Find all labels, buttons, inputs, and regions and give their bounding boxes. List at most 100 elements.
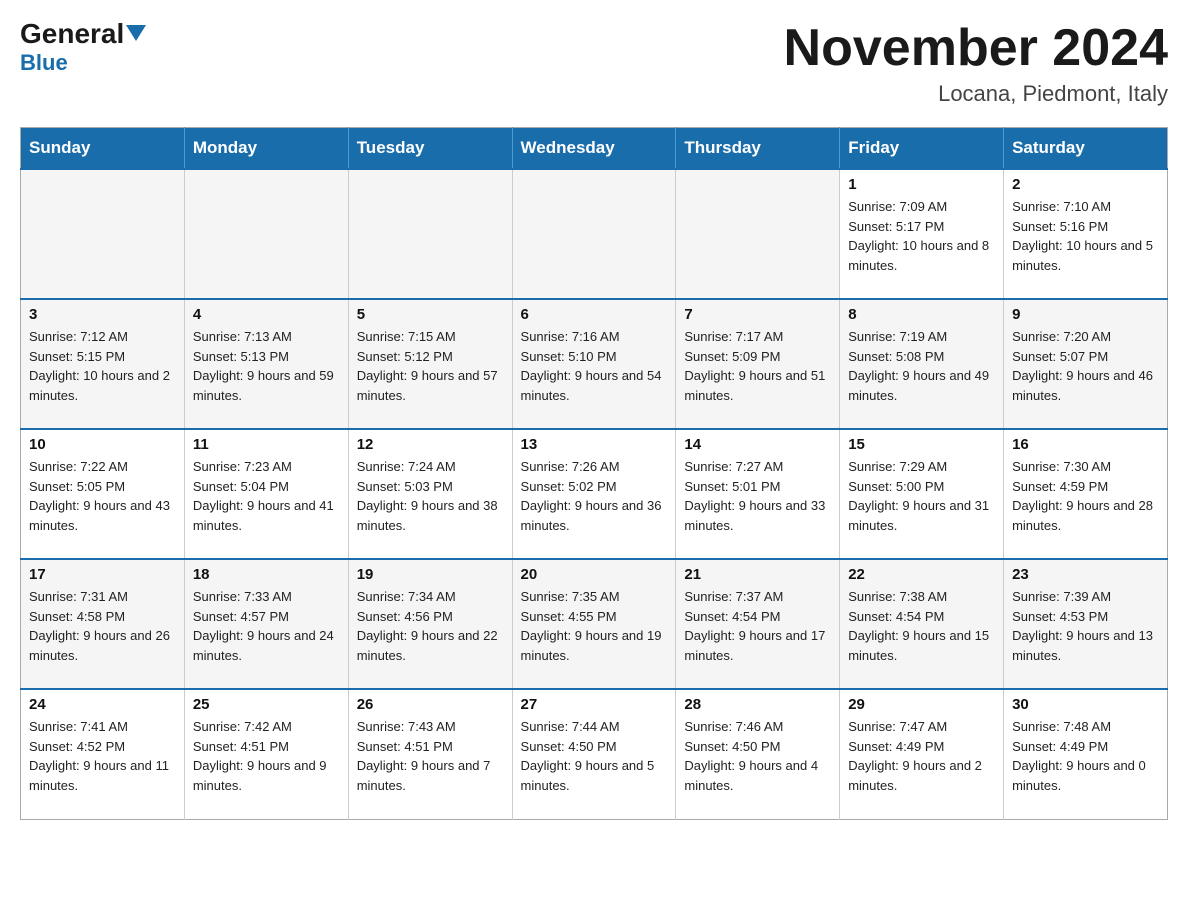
day-info: Sunrise: 7:13 AMSunset: 5:13 PMDaylight:… xyxy=(193,327,340,405)
table-row: 19 Sunrise: 7:34 AMSunset: 4:56 PMDayligh… xyxy=(348,559,512,689)
table-row: 30 Sunrise: 7:48 AMSunset: 4:49 PMDayligh… xyxy=(1004,689,1168,819)
logo-blue: Blue xyxy=(20,50,68,76)
day-info: Sunrise: 7:24 AMSunset: 5:03 PMDaylight:… xyxy=(357,457,504,535)
calendar-week-row: 10Sunrise: 7:22 AMSunset: 5:05 PMDayligh… xyxy=(21,429,1168,559)
day-info: Sunrise: 7:47 AMSunset: 4:49 PMDaylight:… xyxy=(848,717,995,795)
day-info: Sunrise: 7:44 AMSunset: 4:50 PMDaylight:… xyxy=(521,717,668,795)
table-row: 9 Sunrise: 7:20 AMSunset: 5:07 PMDaylight… xyxy=(1004,299,1168,429)
table-row: 17Sunrise: 7:31 AMSunset: 4:58 PMDayligh… xyxy=(21,559,185,689)
day-info: Sunrise: 7:34 AMSunset: 4:56 PMDaylight:… xyxy=(357,587,504,665)
calendar-week-row: 1 Sunrise: 7:09 AMSunset: 5:17 PMDaylight… xyxy=(21,169,1168,299)
table-row: 26 Sunrise: 7:43 AMSunset: 4:51 PMDayligh… xyxy=(348,689,512,819)
day-info: Sunrise: 7:17 AMSunset: 5:09 PMDaylight:… xyxy=(684,327,831,405)
col-tuesday: Tuesday xyxy=(348,128,512,170)
table-row xyxy=(676,169,840,299)
day-number: 8 xyxy=(848,306,995,323)
day-info: Sunrise: 7:42 AMSunset: 4:51 PMDaylight:… xyxy=(193,717,340,795)
table-row: 15 Sunrise: 7:29 AMSunset: 5:00 PMDayligh… xyxy=(840,429,1004,559)
day-number: 22 xyxy=(848,566,995,583)
table-row: 25 Sunrise: 7:42 AMSunset: 4:51 PMDayligh… xyxy=(184,689,348,819)
table-row: 6 Sunrise: 7:16 AMSunset: 5:10 PMDaylight… xyxy=(512,299,676,429)
day-number: 25 xyxy=(193,696,340,713)
day-info: Sunrise: 7:20 AMSunset: 5:07 PMDaylight:… xyxy=(1012,327,1159,405)
table-row: 14Sunrise: 7:27 AMSunset: 5:01 PMDayligh… xyxy=(676,429,840,559)
title-block: November 2024 Locana, Piedmont, Italy xyxy=(784,20,1168,107)
day-number: 18 xyxy=(193,566,340,583)
table-row xyxy=(512,169,676,299)
day-info: Sunrise: 7:10 AMSunset: 5:16 PMDaylight:… xyxy=(1012,197,1159,275)
col-friday: Friday xyxy=(840,128,1004,170)
table-row: 3 Sunrise: 7:12 AMSunset: 5:15 PMDaylight… xyxy=(21,299,185,429)
day-info: Sunrise: 7:43 AMSunset: 4:51 PMDaylight:… xyxy=(357,717,504,795)
day-info: Sunrise: 7:31 AMSunset: 4:58 PMDaylight:… xyxy=(29,587,176,665)
table-row: 1 Sunrise: 7:09 AMSunset: 5:17 PMDaylight… xyxy=(840,169,1004,299)
table-row: 13 Sunrise: 7:26 AMSunset: 5:02 PMDayligh… xyxy=(512,429,676,559)
table-row xyxy=(348,169,512,299)
table-row: 28 Sunrise: 7:46 AMSunset: 4:50 PMDayligh… xyxy=(676,689,840,819)
day-number: 12 xyxy=(357,436,504,453)
table-row: 24Sunrise: 7:41 AMSunset: 4:52 PMDayligh… xyxy=(21,689,185,819)
table-row: 18Sunrise: 7:33 AMSunset: 4:57 PMDayligh… xyxy=(184,559,348,689)
table-row: 22Sunrise: 7:38 AMSunset: 4:54 PMDayligh… xyxy=(840,559,1004,689)
table-row xyxy=(184,169,348,299)
table-row: 4 Sunrise: 7:13 AMSunset: 5:13 PMDaylight… xyxy=(184,299,348,429)
day-info: Sunrise: 7:30 AMSunset: 4:59 PMDaylight:… xyxy=(1012,457,1159,535)
day-info: Sunrise: 7:12 AMSunset: 5:15 PMDaylight:… xyxy=(29,327,176,405)
day-number: 29 xyxy=(848,696,995,713)
calendar-week-row: 24Sunrise: 7:41 AMSunset: 4:52 PMDayligh… xyxy=(21,689,1168,819)
day-info: Sunrise: 7:19 AMSunset: 5:08 PMDaylight:… xyxy=(848,327,995,405)
day-info: Sunrise: 7:29 AMSunset: 5:00 PMDaylight:… xyxy=(848,457,995,535)
table-row: 10Sunrise: 7:22 AMSunset: 5:05 PMDayligh… xyxy=(21,429,185,559)
day-number: 9 xyxy=(1012,306,1159,323)
calendar-week-row: 17Sunrise: 7:31 AMSunset: 4:58 PMDayligh… xyxy=(21,559,1168,689)
table-row: 7Sunrise: 7:17 AMSunset: 5:09 PMDaylight… xyxy=(676,299,840,429)
day-number: 16 xyxy=(1012,436,1159,453)
col-sunday: Sunday xyxy=(21,128,185,170)
page-header: General Blue November 2024 Locana, Piedm… xyxy=(20,20,1168,107)
table-row: 5Sunrise: 7:15 AMSunset: 5:12 PMDaylight… xyxy=(348,299,512,429)
logo: General Blue xyxy=(20,20,146,76)
calendar-header-row: Sunday Monday Tuesday Wednesday Thursday… xyxy=(21,128,1168,170)
day-number: 13 xyxy=(521,436,668,453)
table-row: 11 Sunrise: 7:23 AMSunset: 5:04 PMDayligh… xyxy=(184,429,348,559)
day-number: 15 xyxy=(848,436,995,453)
day-info: Sunrise: 7:15 AMSunset: 5:12 PMDaylight:… xyxy=(357,327,504,405)
day-info: Sunrise: 7:16 AMSunset: 5:10 PMDaylight:… xyxy=(521,327,668,405)
calendar-week-row: 3 Sunrise: 7:12 AMSunset: 5:15 PMDaylight… xyxy=(21,299,1168,429)
day-number: 3 xyxy=(29,306,176,323)
day-number: 30 xyxy=(1012,696,1159,713)
col-wednesday: Wednesday xyxy=(512,128,676,170)
month-title: November 2024 xyxy=(784,20,1168,77)
calendar-table: Sunday Monday Tuesday Wednesday Thursday… xyxy=(20,127,1168,820)
day-number: 27 xyxy=(521,696,668,713)
logo-general: General xyxy=(20,20,124,48)
day-info: Sunrise: 7:46 AMSunset: 4:50 PMDaylight:… xyxy=(684,717,831,795)
col-thursday: Thursday xyxy=(676,128,840,170)
day-number: 6 xyxy=(521,306,668,323)
table-row xyxy=(21,169,185,299)
day-number: 26 xyxy=(357,696,504,713)
day-number: 4 xyxy=(193,306,340,323)
day-number: 20 xyxy=(521,566,668,583)
day-info: Sunrise: 7:27 AMSunset: 5:01 PMDaylight:… xyxy=(684,457,831,535)
day-info: Sunrise: 7:48 AMSunset: 4:49 PMDaylight:… xyxy=(1012,717,1159,795)
table-row: 21Sunrise: 7:37 AMSunset: 4:54 PMDayligh… xyxy=(676,559,840,689)
day-info: Sunrise: 7:09 AMSunset: 5:17 PMDaylight:… xyxy=(848,197,995,275)
day-info: Sunrise: 7:23 AMSunset: 5:04 PMDaylight:… xyxy=(193,457,340,535)
table-row: 2 Sunrise: 7:10 AMSunset: 5:16 PMDaylight… xyxy=(1004,169,1168,299)
col-saturday: Saturday xyxy=(1004,128,1168,170)
day-number: 10 xyxy=(29,436,176,453)
day-number: 21 xyxy=(684,566,831,583)
day-number: 1 xyxy=(848,176,995,193)
table-row: 16 Sunrise: 7:30 AMSunset: 4:59 PMDayligh… xyxy=(1004,429,1168,559)
logo-triangle-icon xyxy=(126,23,146,43)
day-number: 2 xyxy=(1012,176,1159,193)
day-number: 11 xyxy=(193,436,340,453)
day-info: Sunrise: 7:26 AMSunset: 5:02 PMDaylight:… xyxy=(521,457,668,535)
day-number: 19 xyxy=(357,566,504,583)
location: Locana, Piedmont, Italy xyxy=(784,81,1168,107)
day-number: 28 xyxy=(684,696,831,713)
day-number: 23 xyxy=(1012,566,1159,583)
table-row: 23Sunrise: 7:39 AMSunset: 4:53 PMDayligh… xyxy=(1004,559,1168,689)
table-row: 8 Sunrise: 7:19 AMSunset: 5:08 PMDaylight… xyxy=(840,299,1004,429)
